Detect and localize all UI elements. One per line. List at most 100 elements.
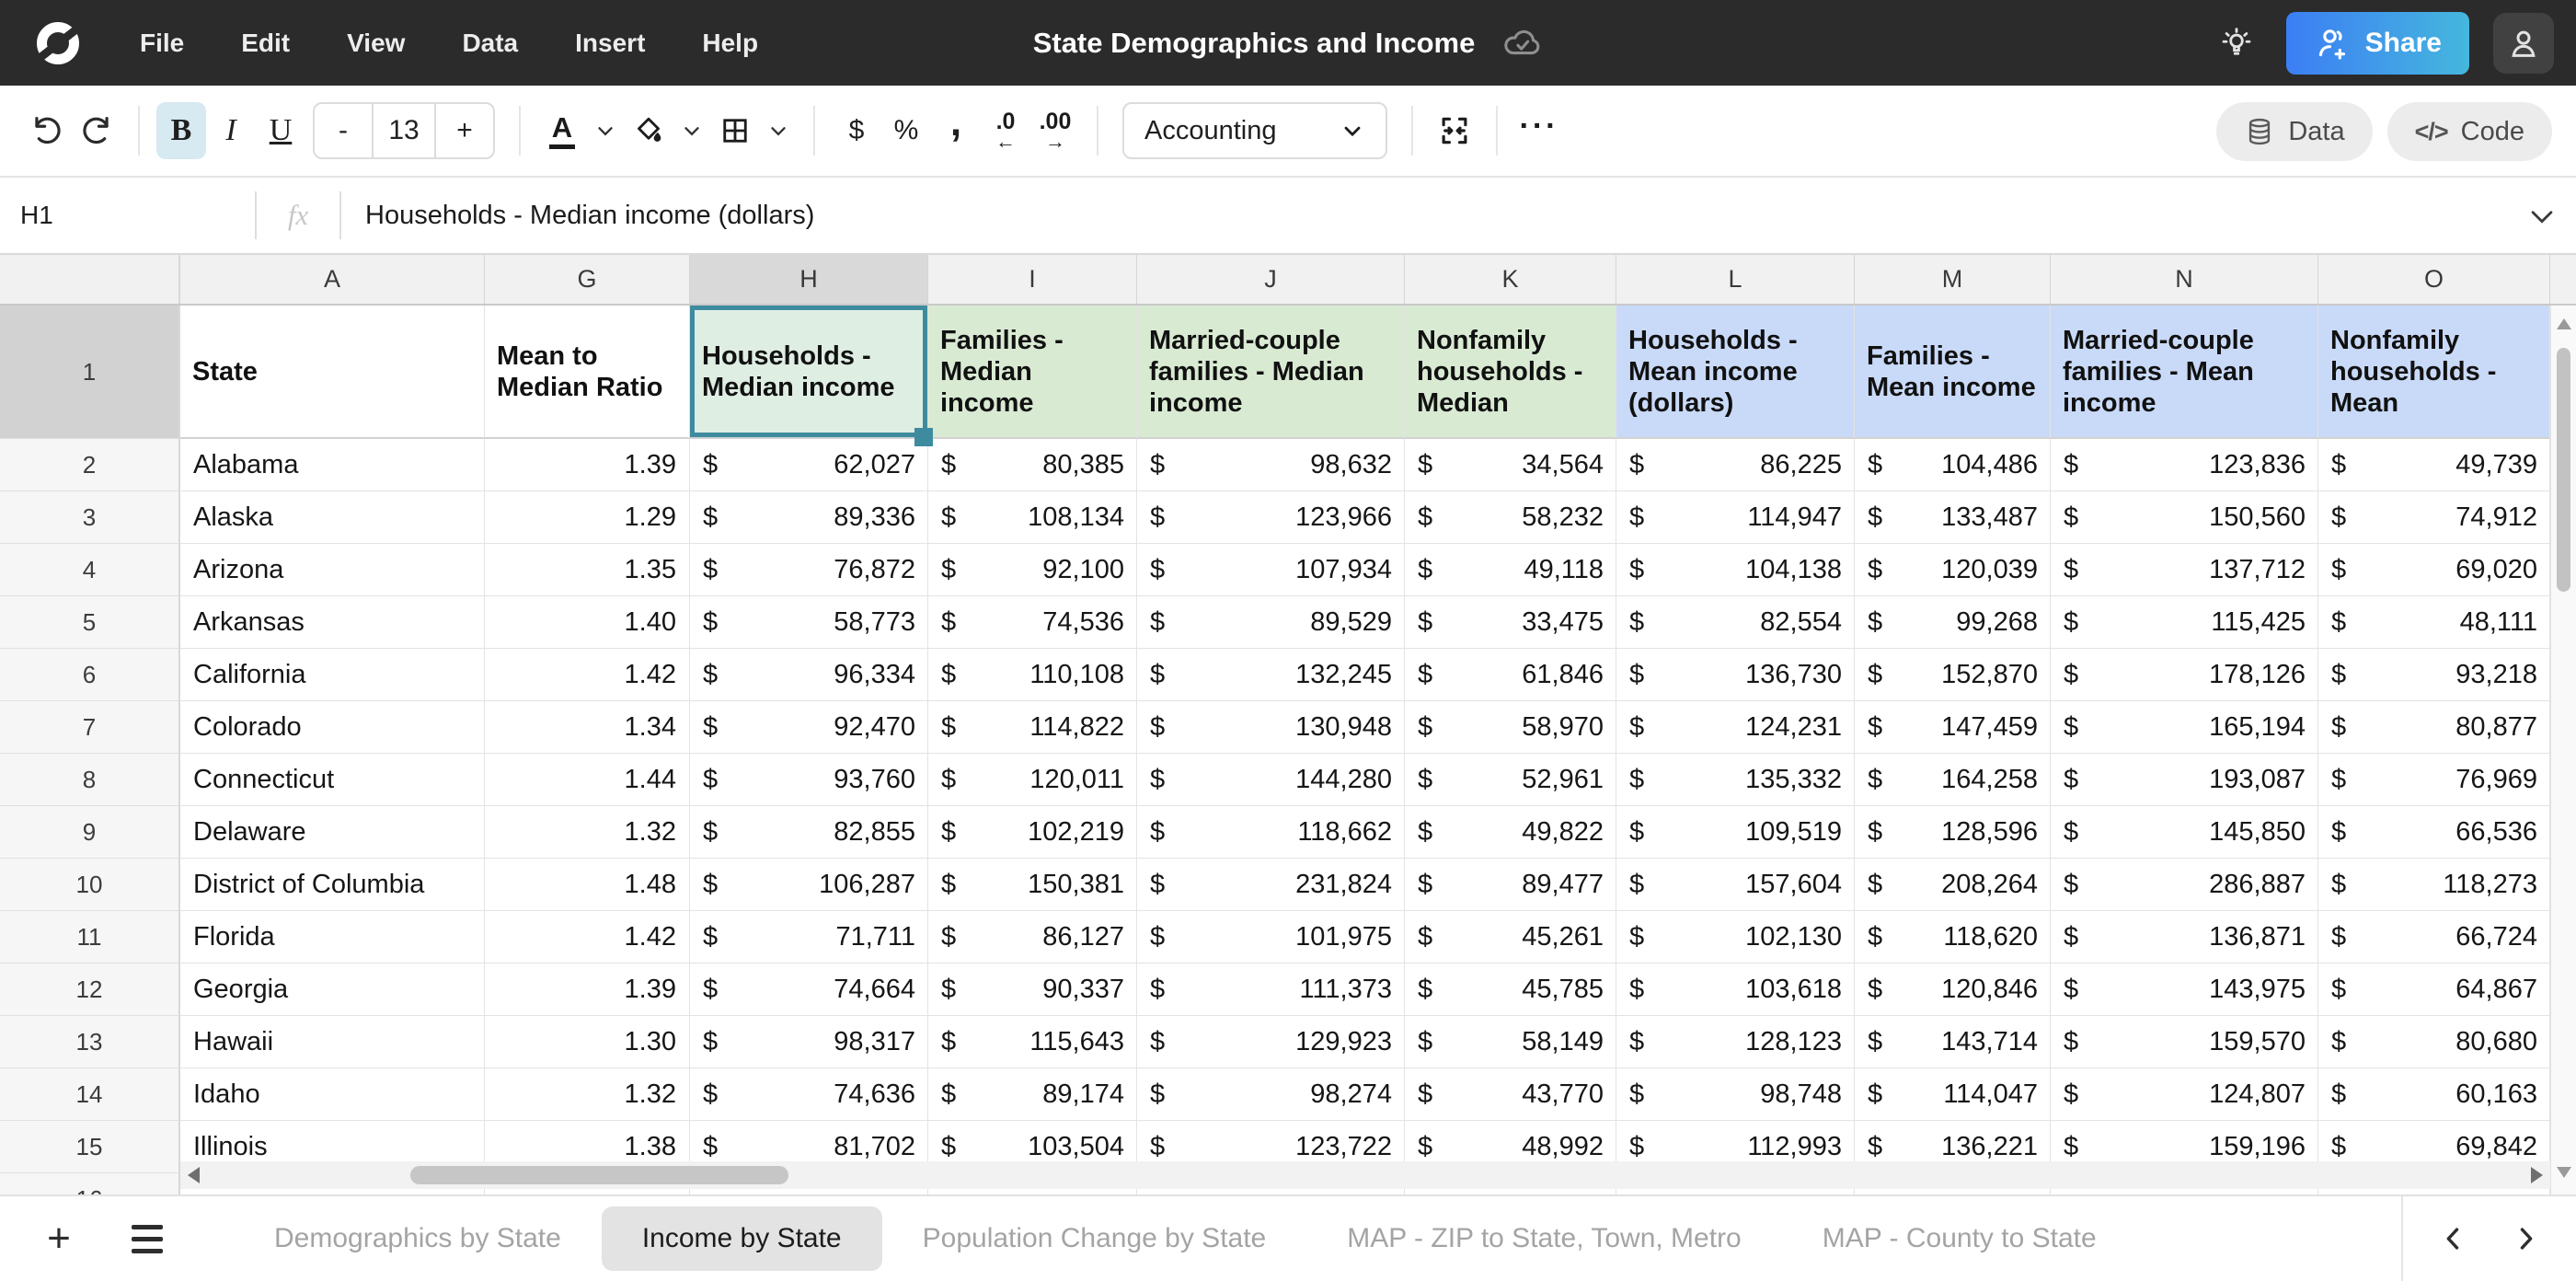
cell-A7[interactable]: Colorado [180,701,485,754]
cell-H3[interactable]: $89,336 [690,491,928,544]
row-header-11[interactable]: 11 [0,911,180,964]
column-header-G[interactable]: G [485,255,690,304]
cell-O13[interactable]: $80,680 [2318,1016,2550,1068]
cell-L1[interactable]: Households - Mean income (dollars) [1616,306,1855,439]
cell-H4[interactable]: $76,872 [690,544,928,596]
cell-K11[interactable]: $45,261 [1405,911,1616,964]
cell-O4[interactable]: $69,020 [2318,544,2550,596]
cell-J9[interactable]: $118,662 [1137,806,1405,859]
cell-M7[interactable]: $147,459 [1855,701,2051,754]
cell-K1[interactable]: Nonfamily households - Median [1405,306,1616,439]
cell-M2[interactable]: $104,486 [1855,439,2051,491]
cell-I14[interactable]: $89,174 [928,1068,1137,1121]
cell-K3[interactable]: $58,232 [1405,491,1616,544]
cell-K4[interactable]: $49,118 [1405,544,1616,596]
redo-button[interactable] [72,102,121,159]
cell-J13[interactable]: $129,923 [1137,1016,1405,1068]
cell-I4[interactable]: $92,100 [928,544,1137,596]
cell-N6[interactable]: $178,126 [2051,649,2318,701]
font-size-increase-button[interactable]: + [436,104,493,157]
scroll-up-arrow-icon[interactable] [2557,318,2571,329]
cell-J14[interactable]: $98,274 [1137,1068,1405,1121]
cell-N5[interactable]: $115,425 [2051,596,2318,649]
borders-chevron-down-icon[interactable] [760,102,797,159]
cell-L6[interactable]: $136,730 [1616,649,1855,701]
cell-A5[interactable]: Arkansas [180,596,485,649]
cell-I1[interactable]: Families - Median income [928,306,1137,439]
document-title[interactable]: State Demographics and Income [1033,27,1476,60]
cell-J11[interactable]: $101,975 [1137,911,1405,964]
scroll-down-arrow-icon[interactable] [2557,1167,2571,1178]
cell-M1[interactable]: Families - Mean income [1855,306,2051,439]
cell-L13[interactable]: $128,123 [1616,1016,1855,1068]
avatar[interactable] [2493,13,2554,74]
italic-button[interactable]: I [206,102,256,159]
tab-population-change-by-state[interactable]: Population Change by State [882,1206,1307,1271]
cell-M3[interactable]: $133,487 [1855,491,2051,544]
column-header-A[interactable]: A [180,255,485,304]
cell-H12[interactable]: $74,664 [690,964,928,1016]
currency-format-button[interactable]: $ [832,102,881,159]
cell-G12[interactable]: 1.39 [485,964,690,1016]
scroll-left-arrow-icon[interactable] [188,1167,200,1183]
cell-I9[interactable]: $102,219 [928,806,1137,859]
cell-O11[interactable]: $66,724 [2318,911,2550,964]
cell-H5[interactable]: $58,773 [690,596,928,649]
cell-M13[interactable]: $143,714 [1855,1016,2051,1068]
column-header-M[interactable]: M [1855,255,2051,304]
cell-A2[interactable]: Alabama [180,439,485,491]
cell-N10[interactable]: $286,887 [2051,859,2318,911]
cell-O7[interactable]: $80,877 [2318,701,2550,754]
cell-M10[interactable]: $208,264 [1855,859,2051,911]
cell-M14[interactable]: $114,047 [1855,1068,2051,1121]
column-header-H[interactable]: H [690,255,928,304]
underline-button[interactable]: U [256,102,305,159]
horizontal-scrollbar[interactable] [180,1161,2550,1189]
cell-O5[interactable]: $48,111 [2318,596,2550,649]
column-header-O[interactable]: O [2318,255,2550,304]
text-color-chevron-down-icon[interactable] [587,102,624,159]
sheet-list-icon[interactable] [120,1206,175,1271]
cell-L7[interactable]: $124,231 [1616,701,1855,754]
row-header-6[interactable]: 6 [0,649,180,701]
cell-O2[interactable]: $49,739 [2318,439,2550,491]
row-header-4[interactable]: 4 [0,544,180,596]
cell-K2[interactable]: $34,564 [1405,439,1616,491]
cell-H7[interactable]: $92,470 [690,701,928,754]
cell-K5[interactable]: $33,475 [1405,596,1616,649]
cell-H6[interactable]: $96,334 [690,649,928,701]
increase-decimal-button[interactable]: .00 → [1030,102,1080,159]
cell-A8[interactable]: Connecticut [180,754,485,806]
cell-M9[interactable]: $128,596 [1855,806,2051,859]
undo-button[interactable] [22,102,72,159]
cell-G11[interactable]: 1.42 [485,911,690,964]
cell-O6[interactable]: $93,218 [2318,649,2550,701]
tab-demographics-by-state[interactable]: Demographics by State [234,1206,602,1271]
corner-cell[interactable] [0,255,180,304]
formula-bar-expand-button[interactable] [2526,178,2558,255]
cell-N1[interactable]: Married-couple families - Mean income [2051,306,2318,439]
menu-file[interactable]: File [140,29,184,58]
cell-G2[interactable]: 1.39 [485,439,690,491]
cell-J2[interactable]: $98,632 [1137,439,1405,491]
number-format-select[interactable]: Accounting [1122,102,1387,159]
cell-A14[interactable]: Idaho [180,1068,485,1121]
borders-icon[interactable] [710,102,760,159]
cell-J3[interactable]: $123,966 [1137,491,1405,544]
cell-N12[interactable]: $143,975 [2051,964,2318,1016]
tab-map-zip-to-state-town-metro[interactable]: MAP - ZIP to State, Town, Metro [1306,1206,1782,1271]
tips-lightbulb-icon[interactable] [2211,17,2262,69]
cell-A9[interactable]: Delaware [180,806,485,859]
cell-L14[interactable]: $98,748 [1616,1068,1855,1121]
cell-J8[interactable]: $144,280 [1137,754,1405,806]
cell-L9[interactable]: $109,519 [1616,806,1855,859]
vertical-scrollbar-thumb[interactable] [2557,348,2570,592]
tab-income-by-state[interactable]: Income by State [602,1206,882,1271]
cell-H8[interactable]: $93,760 [690,754,928,806]
cell-N9[interactable]: $145,850 [2051,806,2318,859]
cell-O14[interactable]: $60,163 [2318,1068,2550,1121]
column-header-L[interactable]: L [1616,255,1855,304]
vertical-scrollbar[interactable] [2550,306,2576,1194]
fill-color-icon[interactable] [624,102,673,159]
cell-J10[interactable]: $231,824 [1137,859,1405,911]
